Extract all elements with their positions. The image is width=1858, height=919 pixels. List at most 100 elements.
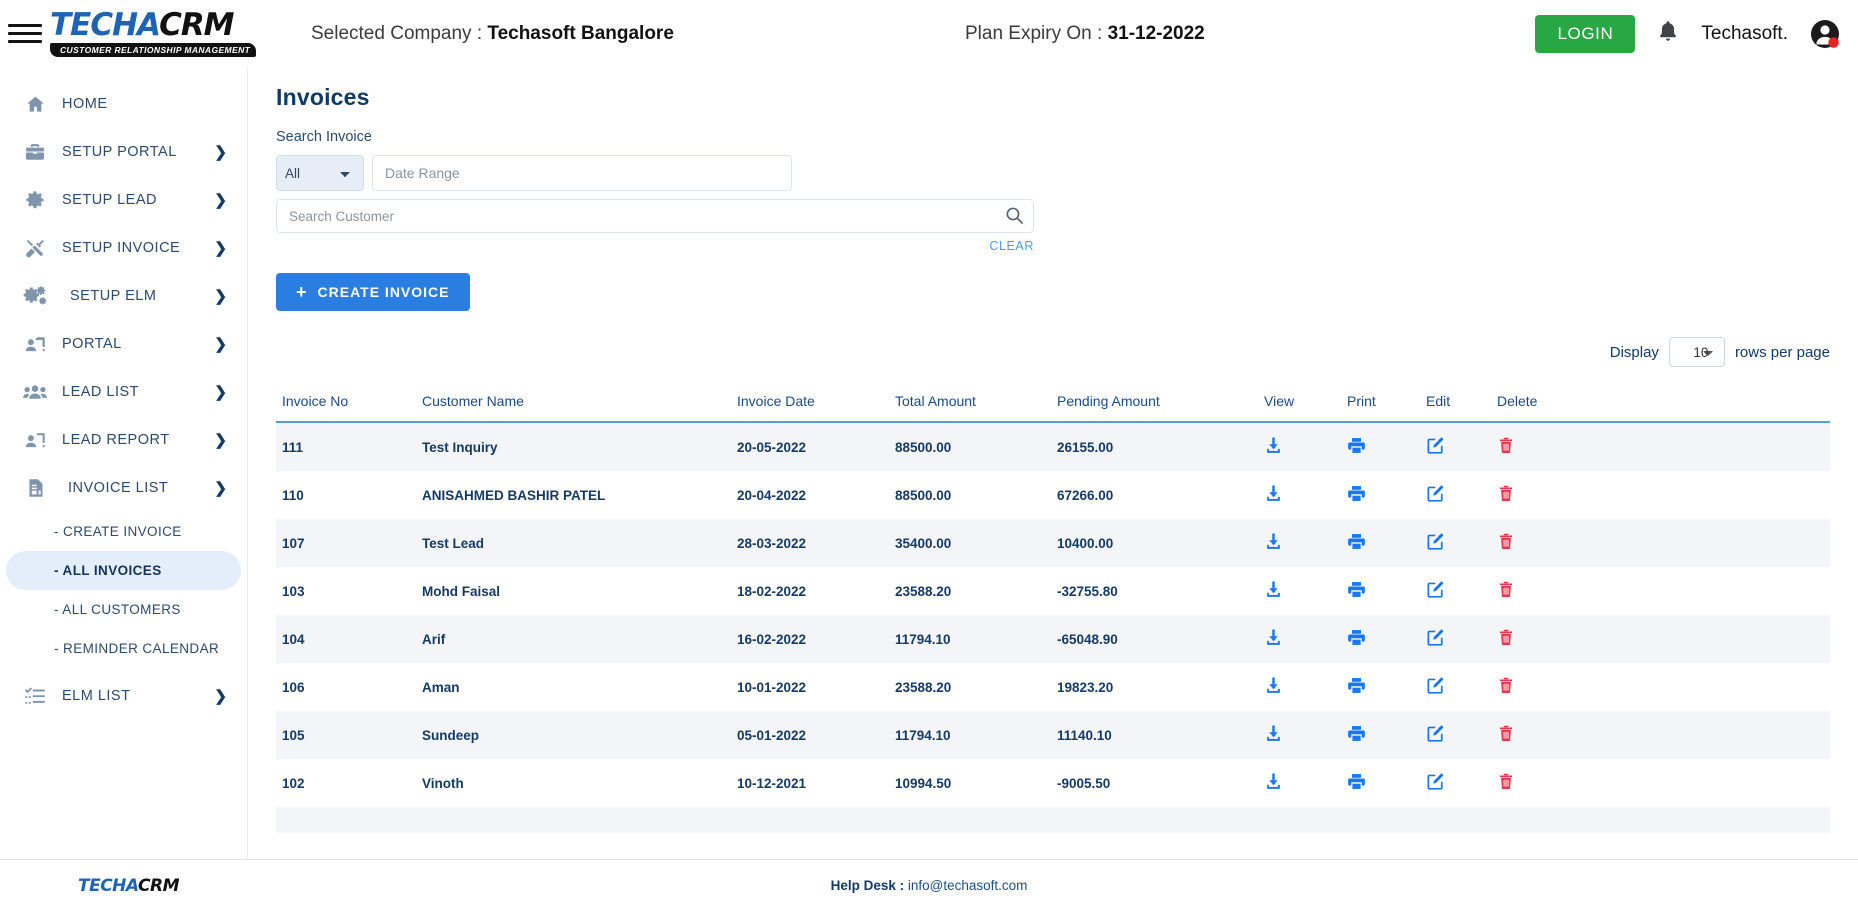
download-icon[interactable]: [1264, 484, 1283, 503]
sidebar-sublabel: - ALL CUSTOMERS: [54, 602, 181, 617]
sidebar-subitem-reminder-calendar[interactable]: - REMINDER CALENDAR: [6, 629, 241, 668]
edit-pencil-icon[interactable]: [1426, 724, 1445, 743]
app-logo-accent: CRM: [159, 7, 234, 43]
cell-total-amount: 88500.00: [895, 439, 952, 455]
sidebar-item-invoice-list[interactable]: INVOICE LIST ❯: [6, 464, 241, 512]
cell-invoice-date: 10-12-2021: [737, 775, 807, 791]
trash-icon[interactable]: [1497, 772, 1515, 791]
printer-icon[interactable]: [1347, 676, 1366, 695]
sidebar-item-home[interactable]: HOME: [6, 80, 241, 128]
edit-pencil-icon[interactable]: [1426, 676, 1445, 695]
magnifier-icon[interactable]: [1005, 206, 1024, 228]
sidebar-item-elm-list[interactable]: ELM LIST ❯: [6, 672, 241, 720]
selected-company-label: Selected Company :: [311, 22, 483, 44]
cell-invoice-date: 16-02-2022: [737, 631, 807, 647]
sidebar-item-setup-invoice[interactable]: SETUP INVOICE ❯: [6, 224, 241, 272]
app-logo[interactable]: TECHACRM CUSTOMER RELATIONSHIP MANAGEMEN…: [50, 7, 257, 59]
sidebar-item-lead-report[interactable]: LEAD REPORT ❯: [6, 416, 241, 464]
toolbox-icon: [20, 141, 50, 163]
cell-total-amount: 88500.00: [895, 487, 952, 503]
search-customer-input[interactable]: [276, 199, 1034, 233]
cell-invoice-date: 20-05-2022: [737, 439, 807, 455]
download-icon[interactable]: [1264, 436, 1283, 455]
create-invoice-button[interactable]: + CREATE INVOICE: [276, 273, 470, 311]
chevron-right-icon: ❯: [214, 431, 227, 449]
hamburger-menu-icon[interactable]: [8, 24, 42, 43]
trash-icon[interactable]: [1497, 436, 1515, 455]
cell-customer-name: Sundeep: [422, 727, 480, 743]
edit-pencil-icon[interactable]: [1426, 436, 1445, 455]
cell-delete: [1491, 711, 1830, 759]
sidebar-sublabel: - REMINDER CALENDAR: [54, 641, 220, 656]
sidebar-item-portal[interactable]: PORTAL ❯: [6, 320, 241, 368]
edit-pencil-icon[interactable]: [1426, 580, 1445, 599]
sidebar-item-lead-list[interactable]: LEAD LIST ❯: [6, 368, 241, 416]
display-prefix-label: Display: [1609, 343, 1659, 361]
trash-icon[interactable]: [1497, 484, 1515, 503]
header-right-group: LOGIN Techasoft.: [1535, 14, 1840, 53]
cell-invoice-date: 28-03-2022: [737, 535, 807, 551]
printer-icon[interactable]: [1347, 532, 1366, 551]
download-icon[interactable]: [1264, 532, 1283, 551]
selected-company-value: Techasoft Bangalore: [487, 22, 674, 44]
sidebar-subitem-create-invoice[interactable]: - CREATE INVOICE: [6, 512, 241, 551]
cell-view: [1258, 711, 1341, 759]
printer-icon[interactable]: [1347, 580, 1366, 599]
notification-bell-icon[interactable]: [1657, 19, 1679, 48]
cell-delete: [1491, 759, 1830, 807]
column-header-invoice-date: Invoice Date: [731, 385, 889, 423]
document-icon: [20, 477, 50, 499]
sidebar-subitem-all-invoices[interactable]: - ALL INVOICES: [6, 551, 241, 590]
download-icon[interactable]: [1264, 724, 1283, 743]
sidebar-item-setup-elm[interactable]: SETUP ELM ❯: [6, 272, 241, 320]
sidebar-item-setup-lead[interactable]: SETUP LEAD ❯: [6, 176, 241, 224]
edit-pencil-icon[interactable]: [1426, 628, 1445, 647]
printer-icon[interactable]: [1347, 628, 1366, 647]
cell-invoice-no: 106: [282, 679, 305, 695]
trash-icon[interactable]: [1497, 532, 1515, 551]
download-icon[interactable]: [1264, 772, 1283, 791]
edit-pencil-icon[interactable]: [1426, 484, 1445, 503]
cell-delete: [1491, 422, 1830, 471]
cell-edit: [1420, 422, 1491, 471]
chevron-right-icon: ❯: [214, 335, 227, 353]
cell-customer-name: Arif: [422, 631, 446, 647]
cell-invoice-no: 111: [282, 439, 304, 455]
help-desk-label: Help Desk :: [830, 878, 905, 893]
cell-print: [1341, 711, 1420, 759]
trash-icon[interactable]: [1497, 628, 1515, 647]
cell-print: [1341, 471, 1420, 519]
hamburger-bar: [8, 40, 42, 43]
user-avatar-icon[interactable]: [1810, 19, 1840, 49]
clear-link[interactable]: CLEAR: [276, 239, 1034, 253]
trash-icon[interactable]: [1497, 724, 1515, 743]
download-icon[interactable]: [1264, 580, 1283, 599]
edit-pencil-icon[interactable]: [1426, 532, 1445, 551]
cell-edit: [1420, 471, 1491, 519]
trash-icon[interactable]: [1497, 580, 1515, 599]
gear-icon: [20, 189, 50, 211]
page-title: Invoices: [276, 84, 370, 110]
edit-pencil-icon[interactable]: [1426, 772, 1445, 791]
cell-total-amount: 23588.20: [895, 679, 952, 695]
trash-icon[interactable]: [1497, 676, 1515, 695]
printer-icon[interactable]: [1347, 484, 1366, 503]
date-range-input[interactable]: [372, 155, 792, 191]
download-icon[interactable]: [1264, 628, 1283, 647]
printer-icon[interactable]: [1347, 772, 1366, 791]
plan-expiry-value: 31-12-2022: [1107, 22, 1205, 44]
sidebar-subitem-all-customers[interactable]: - ALL CUSTOMERS: [6, 590, 241, 629]
help-desk-email[interactable]: info@techasoft.com: [908, 878, 1028, 893]
printer-icon[interactable]: [1347, 724, 1366, 743]
printer-icon[interactable]: [1347, 436, 1366, 455]
chevron-right-icon: ❯: [214, 479, 227, 497]
invoice-filter-select[interactable]: All: [276, 155, 364, 191]
sidebar-label: SETUP ELM: [70, 288, 157, 304]
rows-per-page-select[interactable]: 10: [1668, 337, 1725, 367]
cell-pending-amount: -32755.80: [1057, 583, 1118, 599]
download-icon[interactable]: [1264, 676, 1283, 695]
login-button[interactable]: LOGIN: [1535, 14, 1636, 53]
cell-print: [1341, 519, 1420, 567]
table-footer-cell: [276, 807, 1830, 833]
sidebar-item-setup-portal[interactable]: SETUP PORTAL ❯: [6, 128, 241, 176]
